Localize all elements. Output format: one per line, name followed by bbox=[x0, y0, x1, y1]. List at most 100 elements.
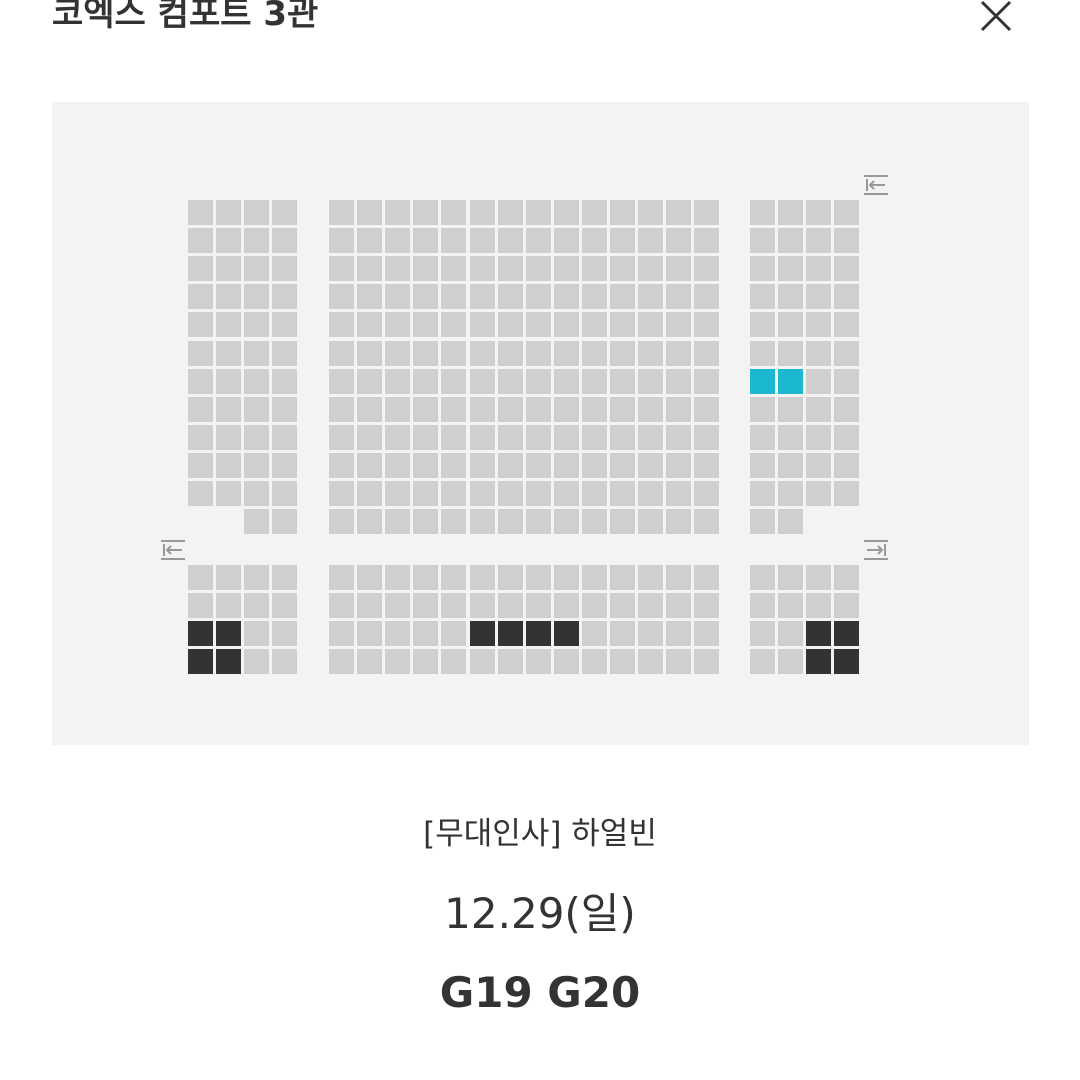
seat[interactable] bbox=[553, 200, 579, 225]
seat[interactable] bbox=[357, 593, 383, 619]
seat[interactable] bbox=[497, 424, 523, 450]
seat[interactable] bbox=[385, 396, 411, 422]
seat[interactable] bbox=[610, 312, 635, 338]
seat[interactable] bbox=[272, 284, 298, 310]
seat[interactable] bbox=[694, 396, 720, 422]
seat[interactable] bbox=[666, 284, 692, 310]
seat[interactable] bbox=[778, 312, 804, 338]
seat[interactable] bbox=[834, 481, 860, 506]
seat[interactable] bbox=[778, 649, 804, 675]
seat[interactable] bbox=[581, 200, 607, 225]
seat[interactable] bbox=[244, 565, 270, 590]
seat[interactable] bbox=[329, 509, 354, 535]
seat[interactable] bbox=[553, 593, 579, 619]
seat[interactable] bbox=[525, 340, 551, 366]
seat[interactable] bbox=[357, 649, 383, 675]
seat[interactable] bbox=[694, 368, 720, 394]
seat[interactable] bbox=[272, 228, 298, 254]
seat[interactable] bbox=[750, 621, 775, 647]
seat[interactable] bbox=[272, 509, 298, 535]
seat[interactable] bbox=[553, 565, 579, 590]
seat[interactable] bbox=[441, 509, 467, 535]
seat[interactable] bbox=[750, 481, 775, 506]
seat[interactable] bbox=[244, 368, 270, 394]
seat[interactable] bbox=[413, 621, 439, 647]
seat[interactable] bbox=[525, 452, 551, 478]
seat[interactable] bbox=[244, 228, 270, 254]
seat[interactable] bbox=[244, 284, 270, 310]
seat[interactable] bbox=[441, 312, 467, 338]
seat[interactable] bbox=[357, 565, 383, 590]
seat[interactable] bbox=[834, 368, 860, 394]
seat[interactable] bbox=[188, 593, 213, 619]
seat[interactable] bbox=[553, 368, 579, 394]
seat[interactable] bbox=[216, 481, 242, 506]
seat[interactable] bbox=[357, 452, 383, 478]
seat[interactable] bbox=[525, 368, 551, 394]
seat[interactable] bbox=[750, 200, 775, 225]
seat[interactable] bbox=[750, 284, 775, 310]
seat[interactable] bbox=[272, 396, 298, 422]
seat[interactable] bbox=[497, 200, 523, 225]
seat[interactable] bbox=[329, 200, 354, 225]
seat[interactable] bbox=[497, 312, 523, 338]
seat[interactable] bbox=[638, 256, 664, 282]
seat[interactable] bbox=[357, 481, 383, 506]
seat[interactable] bbox=[553, 649, 579, 675]
seat[interactable] bbox=[666, 228, 692, 254]
seat[interactable] bbox=[666, 396, 692, 422]
seat[interactable] bbox=[441, 396, 467, 422]
seat[interactable] bbox=[216, 200, 242, 225]
seat[interactable] bbox=[525, 200, 551, 225]
seat[interactable] bbox=[272, 452, 298, 478]
seat[interactable] bbox=[581, 649, 607, 675]
seat[interactable] bbox=[834, 593, 860, 619]
seat[interactable] bbox=[553, 256, 579, 282]
seat[interactable] bbox=[357, 284, 383, 310]
seat[interactable] bbox=[694, 256, 720, 282]
seat[interactable] bbox=[694, 565, 720, 590]
seat[interactable] bbox=[441, 593, 467, 619]
seat[interactable] bbox=[778, 228, 804, 254]
seat[interactable] bbox=[834, 396, 860, 422]
seat[interactable] bbox=[778, 424, 804, 450]
seat[interactable] bbox=[244, 200, 270, 225]
seat[interactable] bbox=[666, 256, 692, 282]
seat[interactable] bbox=[357, 368, 383, 394]
seat[interactable] bbox=[525, 256, 551, 282]
seat[interactable] bbox=[469, 200, 495, 225]
seat[interactable] bbox=[272, 593, 298, 619]
seat[interactable] bbox=[188, 228, 213, 254]
seat[interactable] bbox=[638, 649, 664, 675]
seat[interactable] bbox=[610, 481, 635, 506]
seat[interactable] bbox=[694, 340, 720, 366]
seat[interactable] bbox=[666, 509, 692, 535]
seat[interactable] bbox=[357, 396, 383, 422]
seat[interactable] bbox=[610, 284, 635, 310]
seat[interactable] bbox=[385, 565, 411, 590]
close-button[interactable] bbox=[974, 0, 1018, 38]
seat[interactable] bbox=[469, 649, 495, 675]
seat[interactable] bbox=[638, 396, 664, 422]
seat[interactable] bbox=[385, 228, 411, 254]
seat[interactable] bbox=[188, 312, 213, 338]
seat[interactable] bbox=[357, 509, 383, 535]
seat[interactable] bbox=[806, 452, 832, 478]
seat[interactable] bbox=[581, 481, 607, 506]
seat[interactable] bbox=[834, 256, 860, 282]
seat[interactable] bbox=[497, 368, 523, 394]
seat[interactable] bbox=[610, 340, 635, 366]
seat[interactable] bbox=[834, 312, 860, 338]
seat[interactable] bbox=[357, 312, 383, 338]
seat[interactable] bbox=[778, 593, 804, 619]
seat[interactable] bbox=[553, 396, 579, 422]
seat[interactable] bbox=[834, 565, 860, 590]
seat[interactable] bbox=[216, 424, 242, 450]
seat[interactable] bbox=[357, 200, 383, 225]
seat[interactable] bbox=[778, 565, 804, 590]
seat[interactable] bbox=[357, 256, 383, 282]
seat[interactable] bbox=[581, 593, 607, 619]
seat[interactable] bbox=[581, 509, 607, 535]
seat[interactable] bbox=[244, 649, 270, 675]
seat[interactable] bbox=[244, 621, 270, 647]
